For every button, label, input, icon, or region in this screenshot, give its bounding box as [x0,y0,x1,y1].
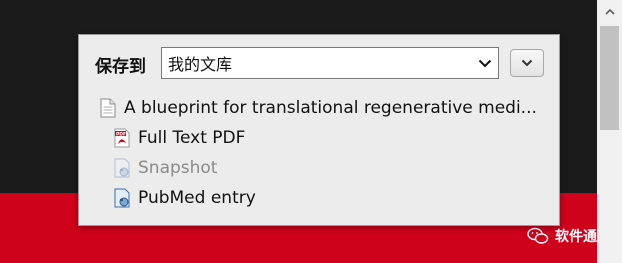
wechat-icon [527,227,549,244]
collection-select[interactable]: 我的文库 [161,47,499,79]
expand-options-button[interactable] [510,49,544,77]
attachment-label: Snapshot [138,158,218,178]
attachment-label: PubMed entry [138,188,256,208]
pdf-icon: PDF [113,128,131,148]
watermark-text: 软件通 [555,229,597,245]
attachment-label: Full Text PDF [138,128,246,148]
save-popup: 保存到 我的文库 A blueprint for translational r… [78,34,560,226]
attachment-row-snapshot[interactable]: Snapshot [79,153,559,183]
scroll-up-button[interactable] [597,0,622,24]
chevron-up-icon [604,9,615,15]
vertical-scrollbar[interactable] [597,0,622,263]
snapshot-icon [113,158,131,178]
watermark: 软件通 [527,226,597,246]
save-to-label: 保存到 [95,57,146,77]
document-icon [99,98,117,118]
chevron-down-icon [472,59,498,68]
attachment-row-pubmed[interactable]: PubMed entry [79,183,559,213]
snapshot-icon [113,188,131,208]
collection-select-value: 我的文库 [168,55,233,74]
chevron-down-icon [521,59,533,67]
item-title: A blueprint for translational regenerati… [124,98,537,118]
item-tree: A blueprint for translational regenerati… [79,93,559,213]
scrollbar-thumb[interactable] [600,26,619,130]
attachment-row-pdf[interactable]: PDF Full Text PDF [79,123,559,153]
svg-text:PDF: PDF [116,131,126,137]
item-row[interactable]: A blueprint for translational regenerati… [79,93,559,123]
save-to-row: 保存到 我的文库 [79,35,559,91]
